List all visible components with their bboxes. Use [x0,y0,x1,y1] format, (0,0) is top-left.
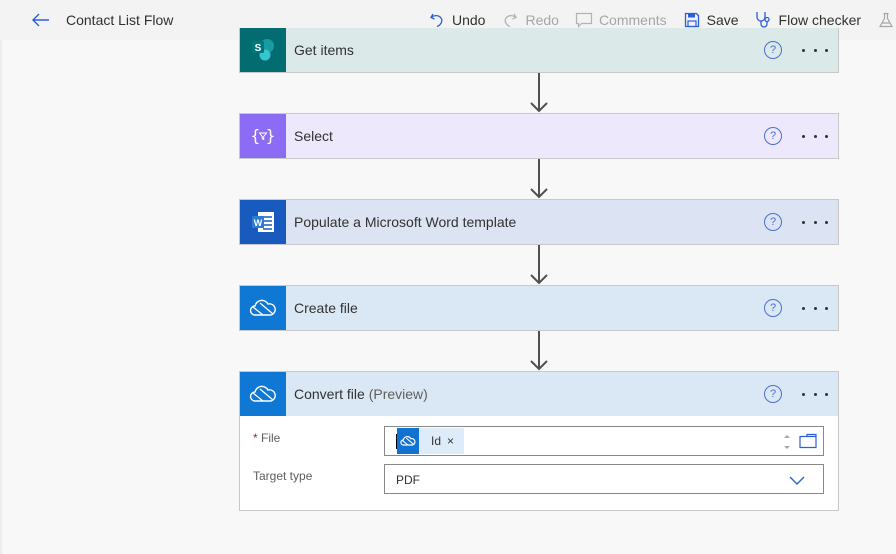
sharepoint-icon: S [240,28,286,72]
word-icon: W [240,200,286,244]
more-icon[interactable] [802,40,828,60]
step-title: Convert file (Preview) [294,386,838,402]
flow-arrow-connector [530,331,548,371]
more-icon[interactable] [802,384,828,404]
onedrive-icon [397,428,419,454]
step-card-get-items[interactable]: S Get items ? [239,28,839,73]
comment-icon [575,11,593,29]
arrow-left-icon [32,13,49,27]
required-mark: * [253,431,258,445]
svg-text:{ }: { } [250,126,275,145]
step-card-convert-file[interactable]: Convert file (Preview) ? * File Id × Tar… [239,371,839,511]
left-panel-edge [0,40,2,554]
flow-arrow-connector [530,245,548,285]
target-type-value: PDF [396,473,420,487]
token-remove-button[interactable]: × [447,434,454,448]
step-title-text: Convert file [294,386,365,402]
help-icon[interactable]: ? [764,299,782,317]
data-operation-icon: { } [240,114,286,158]
step-header[interactable]: { } Select ? [240,114,838,158]
flow-arrow-connector [530,159,548,199]
onedrive-icon [240,286,286,330]
save-label: Save [706,12,739,28]
flask-icon [877,11,895,29]
file-input[interactable]: Id × [384,426,824,456]
flow-checker-label: Flow checker [778,12,862,28]
step-header[interactable]: S Get items ? [240,28,838,72]
file-label: * File [253,431,281,445]
spinner-arrows-icon[interactable] [783,432,791,452]
more-icon[interactable] [802,126,828,146]
help-icon[interactable]: ? [764,385,782,403]
undo-icon [428,11,446,29]
help-icon[interactable]: ? [764,41,782,59]
svg-text:W: W [254,218,263,228]
help-icon[interactable]: ? [764,127,782,145]
flow-title: Contact List Flow [66,12,174,28]
folder-icon[interactable] [799,433,817,449]
step-title: Create file [294,300,358,316]
step-header[interactable]: Create file ? [240,286,838,330]
chevron-down-icon [789,476,805,485]
step-title: Populate a Microsoft Word template [294,214,517,230]
step-title: Select [294,128,333,144]
more-icon[interactable] [802,212,828,232]
step-card-populate-word-template[interactable]: W Populate a Microsoft Word template ? [239,199,839,245]
step-card-select[interactable]: { } Select ? [239,113,839,159]
stethoscope-icon [755,11,773,29]
comments-label: Comments [598,12,667,28]
step-title: Get items [294,42,354,58]
step-card-create-file[interactable]: Create file ? [239,285,839,331]
preview-tag: (Preview) [368,386,428,402]
back-button[interactable] [30,10,52,30]
step-header[interactable]: Convert file (Preview) ? [240,372,838,416]
target-type-label: Target type [253,469,313,483]
dynamic-content-token[interactable]: Id × [397,428,465,454]
step-header[interactable]: W Populate a Microsoft Word template ? [240,200,838,244]
save-icon [683,11,701,29]
convert-file-form: * File Id × Target type PDF [240,416,838,510]
onedrive-icon [240,372,286,416]
token-label: Id [431,434,442,448]
redo-label: Redo [525,12,559,28]
target-type-dropdown[interactable]: PDF [384,464,824,494]
svg-text:S: S [255,43,262,54]
undo-label: Undo [452,12,486,28]
help-icon[interactable]: ? [764,213,782,231]
more-icon[interactable] [802,298,828,318]
redo-icon [501,11,519,29]
flow-arrow-connector [530,73,548,113]
test-button[interactable] [877,0,896,40]
